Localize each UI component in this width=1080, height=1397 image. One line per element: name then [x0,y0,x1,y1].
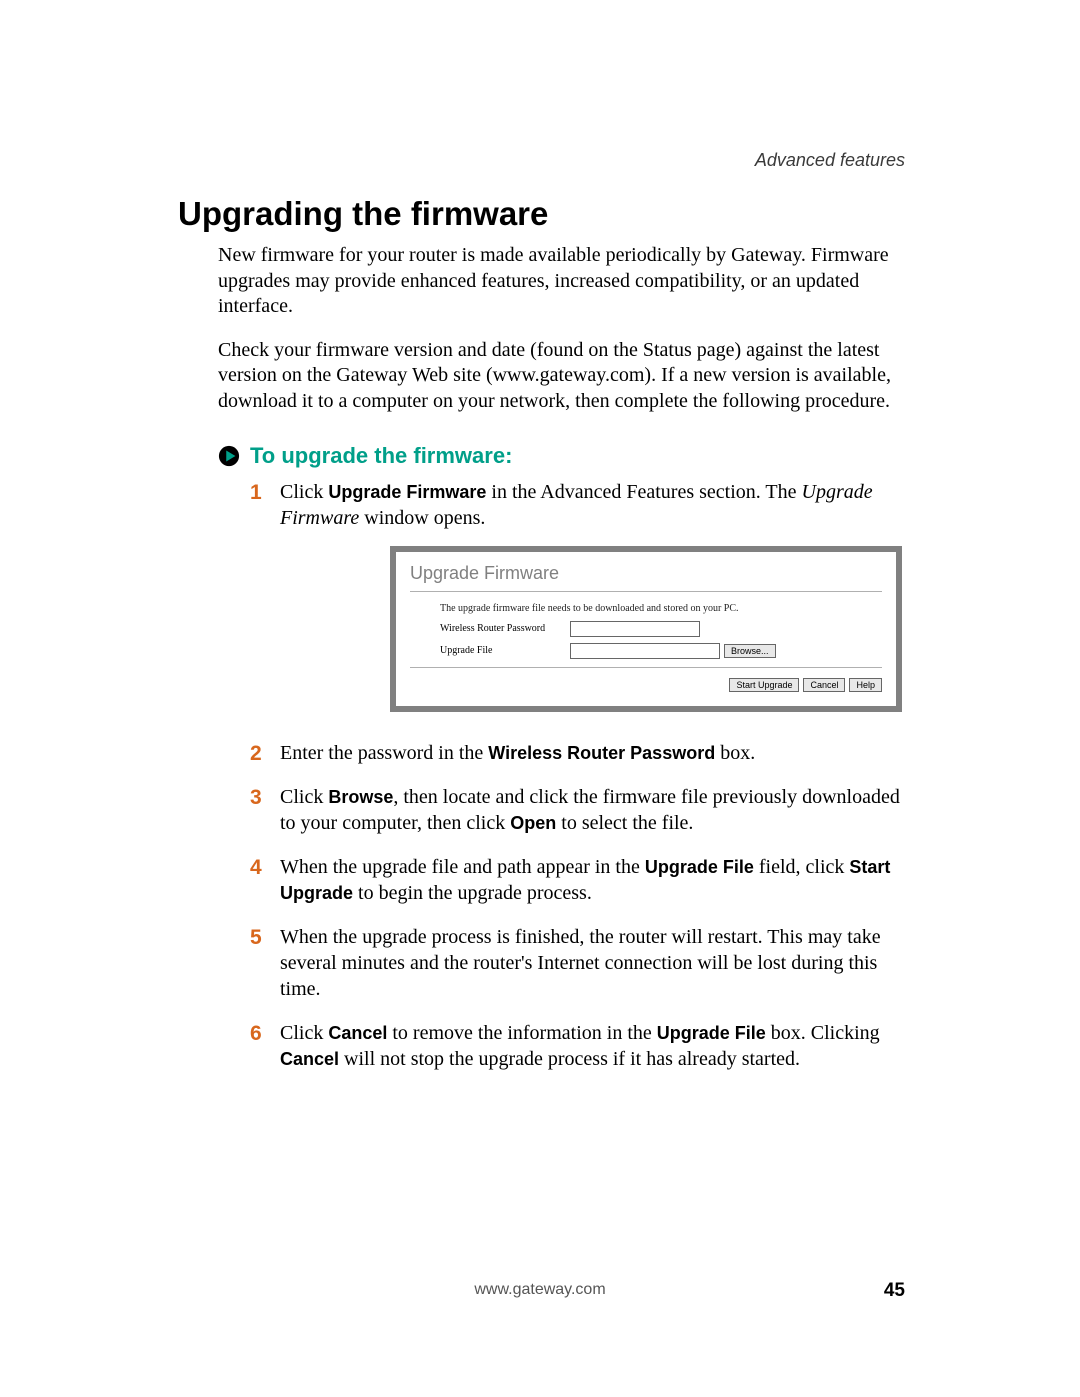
play-icon [218,445,240,467]
password-input[interactable] [570,621,700,637]
step-6-text-c: to remove the information in the [387,1022,656,1044]
page-title: Upgrading the firmware [178,195,905,233]
step-4-text-c: field, click [754,856,850,878]
upgrade-file-bold: Upgrade File [645,857,754,877]
steps-list: Click Upgrade Firmware in the Advanced F… [250,479,905,1072]
upgrade-firmware-bold: Upgrade Firmware [328,482,486,502]
cancel-bold-1: Cancel [328,1023,387,1043]
step-1-text-a: Click [280,481,328,503]
browse-button[interactable]: Browse... [724,644,776,658]
step-1-text-e: window opens. [359,507,485,529]
browse-bold: Browse [328,787,393,807]
step-3: Click Browse, then locate and click the … [250,784,905,836]
cancel-button[interactable]: Cancel [803,678,845,692]
step-2: Enter the password in the Wireless Route… [250,740,905,766]
file-label: Upgrade File [440,644,570,657]
upgrade-file-bold-2: Upgrade File [657,1023,766,1043]
step-5-text: When the upgrade process is finished, th… [280,926,881,1000]
footer-url: www.gateway.com [474,1281,605,1298]
help-button[interactable]: Help [849,678,882,692]
procedure-header: To upgrade the firmware: [218,443,905,469]
step-4-text-a: When the upgrade file and path appear in… [280,856,645,878]
password-row: Wireless Router Password [440,621,882,637]
step-3-text-e: to select the file. [556,812,693,834]
cancel-bold-2: Cancel [280,1049,339,1069]
manual-page: Advanced features Upgrading the firmware… [0,0,1080,1397]
file-row: Upgrade File Browse... [440,643,882,659]
password-label: Wireless Router Password [440,622,570,635]
step-2-text-c: box. [715,742,755,764]
window-title: Upgrade Firmware [410,562,882,585]
embedded-screenshot: Upgrade Firmware The upgrade firmware fi… [390,546,905,712]
step-6-text-a: Click [280,1022,328,1044]
start-upgrade-button[interactable]: Start Upgrade [729,678,799,692]
step-4: When the upgrade file and path appear in… [250,854,905,906]
button-row: Start Upgrade Cancel Help [410,678,882,692]
step-2-text-a: Enter the password in the [280,742,488,764]
procedure-title: To upgrade the firmware: [250,443,512,469]
open-bold: Open [510,813,556,833]
running-header: Advanced features [755,150,905,171]
window-description: The upgrade firmware file needs to be do… [440,602,882,615]
step-4-text-e: to begin the upgrade process. [353,882,592,904]
step-5: When the upgrade process is finished, th… [250,924,905,1002]
footer: www.gateway.com [0,1281,1080,1299]
step-6: Click Cancel to remove the information i… [250,1020,905,1072]
intro-paragraph-2: Check your firmware version and date (fo… [218,338,905,415]
step-6-text-e: box. Clicking [766,1022,880,1044]
page-number: 45 [884,1280,905,1302]
wireless-router-password-bold: Wireless Router Password [488,743,715,763]
file-input[interactable] [570,643,720,659]
step-1-text-c: in the Advanced Features section. The [486,481,801,503]
intro-paragraph-1: New firmware for your router is made ava… [218,243,905,320]
step-6-text-g: will not stop the upgrade process if it … [339,1048,800,1070]
step-3-text-a: Click [280,786,328,808]
step-1: Click Upgrade Firmware in the Advanced F… [250,479,905,712]
